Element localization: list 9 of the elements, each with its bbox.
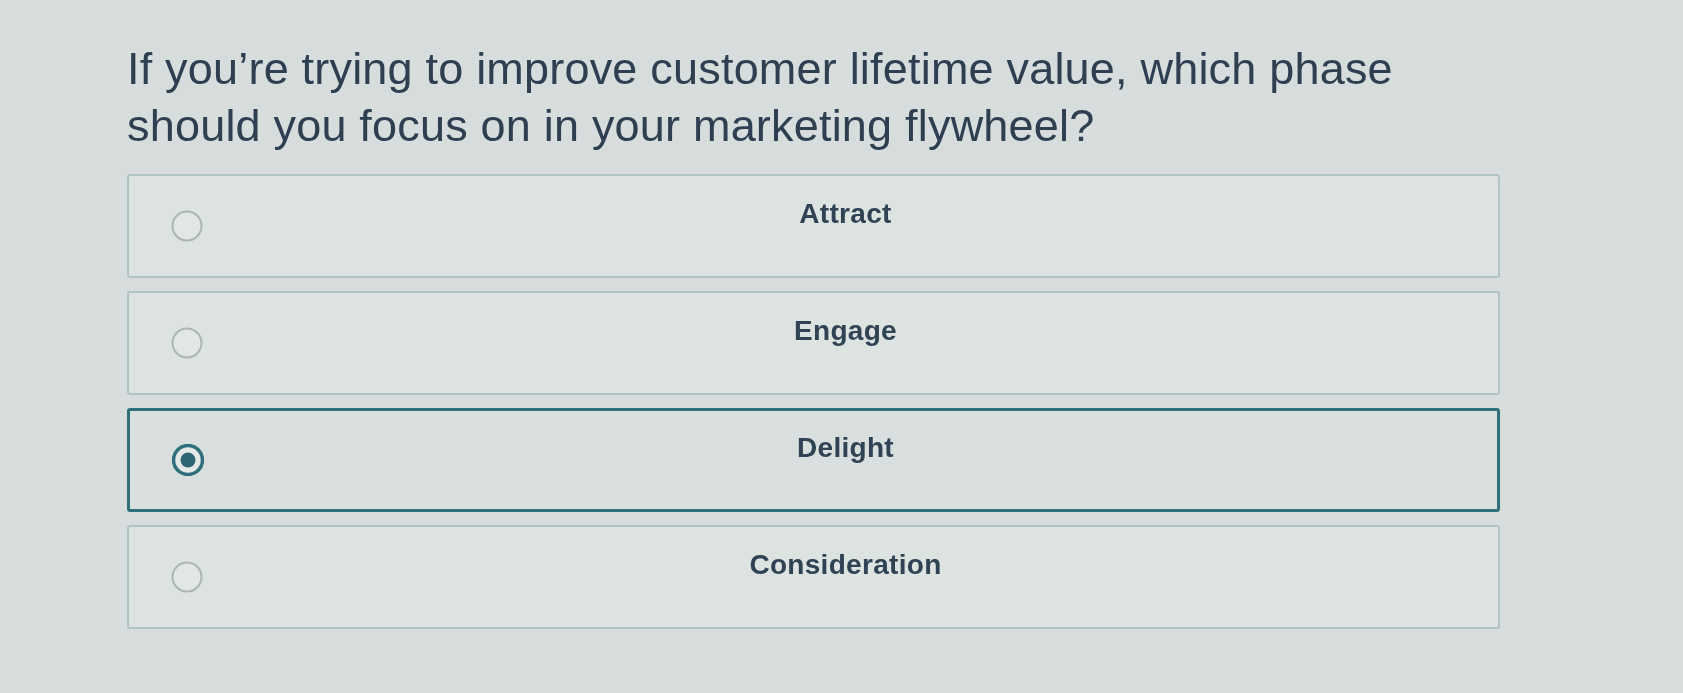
option-label[interactable]: Delight <box>797 432 894 464</box>
radio-button[interactable] <box>171 210 203 242</box>
radio-button[interactable] <box>171 561 203 593</box>
radio-button[interactable] <box>171 327 203 359</box>
question-text: If you’re trying to improve customer lifetime value, which phase should you focus on in your marketing flywheel? <box>127 42 1394 153</box>
radio-button[interactable] <box>172 444 204 476</box>
option-label[interactable]: Engage <box>794 315 897 347</box>
option-label[interactable]: Consideration <box>749 549 942 581</box>
option-label[interactable]: Attract <box>799 198 892 230</box>
